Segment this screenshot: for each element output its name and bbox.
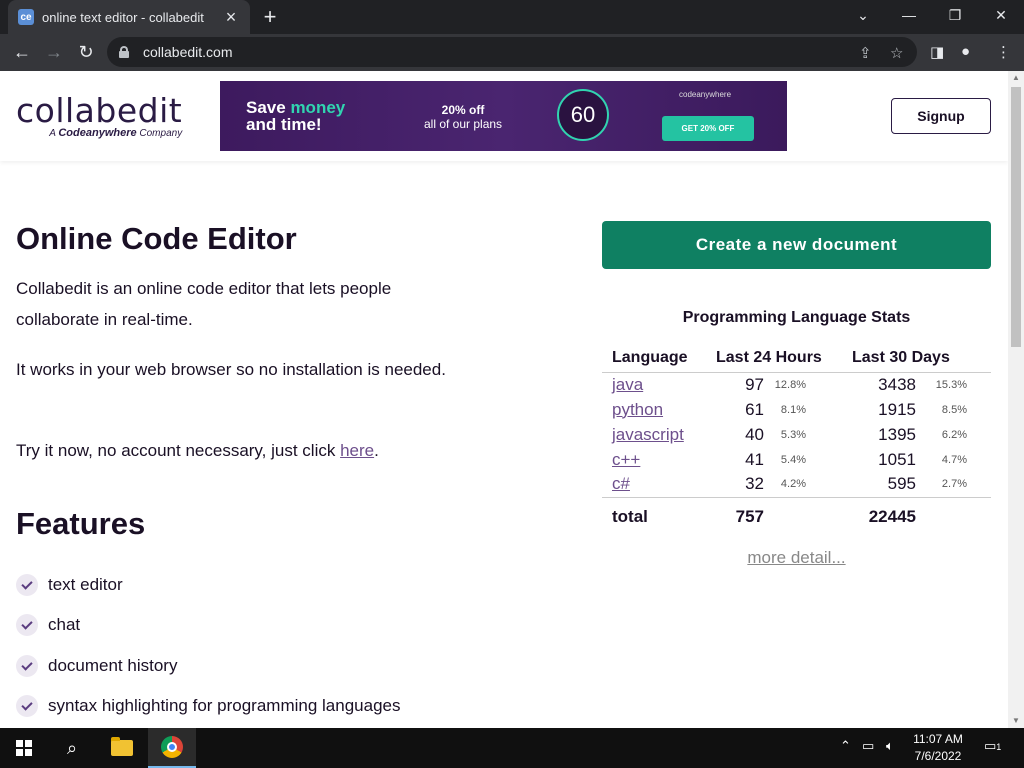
- table-row: python 61 8.1% 1915 8.5%: [612, 399, 967, 419]
- table-row: javascript 40 5.3% 1395 6.2%: [612, 424, 967, 444]
- check-icon: [16, 614, 38, 636]
- advertisement-banner[interactable]: Save money and time! 20% off all of our …: [220, 81, 787, 151]
- table-row: c++ 41 5.4% 1051 4.7%: [612, 449, 967, 469]
- ad-countdown-dial: 60: [557, 89, 609, 141]
- favicon-icon: ce: [18, 9, 34, 25]
- more-detail: more detail...: [602, 548, 991, 568]
- scroll-thumb[interactable]: [1011, 87, 1021, 347]
- table-row: java 97 12.8% 3438 15.3%: [612, 374, 967, 394]
- tab-strip: ce online text editor - collabedit × + ⌄…: [0, 0, 1024, 34]
- more-detail-link[interactable]: more detail...: [747, 548, 845, 567]
- file-explorer-button[interactable]: [98, 728, 146, 768]
- ad-brand-logo: codeanywhere: [679, 90, 732, 99]
- new-tab-button[interactable]: +: [258, 4, 282, 30]
- tab-close-icon[interactable]: ×: [222, 7, 240, 28]
- check-icon: [16, 574, 38, 596]
- reload-button[interactable]: ↻: [72, 38, 100, 66]
- scroll-down-icon[interactable]: ▼: [1008, 714, 1024, 728]
- chevron-up-icon[interactable]: ⌃: [840, 738, 851, 754]
- logo-wordmark: collabedit: [16, 91, 183, 130]
- column-header-24h: Last 24 Hours: [704, 345, 830, 373]
- column-header-language: Language: [602, 345, 704, 373]
- start-button[interactable]: [0, 728, 48, 768]
- address-bar[interactable]: collabedit.com ⇪ ☆: [107, 37, 917, 67]
- notification-icon[interactable]: ▭1: [984, 738, 1001, 754]
- site-header: collabedit A Codeanywhere Company Save m…: [0, 71, 1008, 161]
- minimize-button[interactable]: —: [886, 0, 932, 30]
- language-link-python[interactable]: python: [612, 400, 663, 419]
- intro-paragraph: Collabedit is an online code editor that…: [16, 279, 392, 329]
- system-clock[interactable]: 11:07 AM 7/6/2022: [905, 731, 971, 765]
- create-document-button[interactable]: Create a new document: [602, 221, 991, 269]
- profile-icon[interactable]: ●: [961, 43, 970, 60]
- page-title: Online Code Editor: [16, 221, 297, 256]
- column-header-30d: Last 30 Days: [830, 345, 991, 373]
- logo[interactable]: collabedit A Codeanywhere Company: [16, 91, 182, 139]
- browser-paragraph: It works in your web browser so no insta…: [16, 360, 446, 379]
- scroll-up-icon[interactable]: ▲: [1008, 71, 1024, 85]
- language-stats-table: Language Last 24 Hours Last 30 Days java…: [602, 345, 991, 537]
- forward-button[interactable]: →: [40, 38, 68, 66]
- features-heading: Features: [16, 506, 146, 541]
- browser-tab[interactable]: ce online text editor - collabedit ×: [8, 0, 250, 34]
- check-icon: [16, 695, 38, 717]
- share-icon[interactable]: ⇪: [859, 44, 872, 62]
- feature-item: chat: [16, 614, 80, 636]
- volume-icon[interactable]: 🔈︎: [886, 738, 894, 754]
- browser-toolbar: ← → ↻ collabedit.com ⇪ ☆ ◨ ● ⋮: [0, 34, 1024, 71]
- menu-icon[interactable]: ⋮: [996, 43, 1011, 61]
- web-page: collabedit A Codeanywhere Company Save m…: [0, 71, 1008, 728]
- feature-item: text editor: [16, 574, 123, 596]
- side-panel-icon[interactable]: ◨: [930, 43, 944, 61]
- network-icon[interactable]: ▭: [862, 738, 874, 754]
- language-link-javascript[interactable]: javascript: [612, 425, 684, 444]
- here-link[interactable]: here: [340, 441, 374, 460]
- signup-button[interactable]: Signup: [891, 98, 991, 134]
- lock-icon[interactable]: [119, 46, 129, 58]
- search-icon[interactable]: ⌕: [48, 728, 96, 768]
- chrome-icon: [161, 736, 183, 758]
- ad-offer: 20% off all of our plans: [424, 103, 503, 131]
- try-it-paragraph: Try it now, no account necessary, just c…: [16, 441, 379, 460]
- table-row: c# 32 4.2% 595 2.7%: [612, 474, 967, 494]
- windows-icon: [16, 740, 32, 756]
- tab-title: online text editor - collabedit: [42, 9, 204, 25]
- windows-taskbar: ⌕ ⌃ ▭ 🔈︎ 11:07 AM 7/6/2022 ▭1: [0, 728, 1024, 768]
- ad-headline: Save money and time!: [246, 98, 346, 134]
- language-link-java[interactable]: java: [612, 375, 643, 394]
- ad-cta-button[interactable]: GET 20% OFF: [662, 116, 754, 141]
- folder-icon: [111, 737, 133, 756]
- language-link-cpp[interactable]: c++: [612, 450, 640, 469]
- url-text: collabedit.com: [143, 44, 233, 60]
- tab-search-button[interactable]: ⌄: [840, 0, 886, 30]
- page-scrollbar[interactable]: ▲ ▼: [1008, 71, 1024, 728]
- chrome-taskbar-button[interactable]: [148, 728, 196, 768]
- bookmark-star-icon[interactable]: ☆: [890, 44, 903, 62]
- close-window-button[interactable]: ✕: [978, 0, 1024, 30]
- feature-item: document history: [16, 655, 177, 677]
- table-header-row: Language Last 24 Hours Last 30 Days: [602, 345, 991, 373]
- restore-button[interactable]: ❐: [932, 0, 978, 30]
- total-row: total 757 22445: [602, 496, 991, 537]
- language-link-csharp[interactable]: c#: [612, 474, 630, 493]
- feature-item: syntax highlighting for programming lang…: [16, 695, 400, 717]
- stats-title: Programming Language Stats: [682, 309, 911, 326]
- back-button[interactable]: ←: [8, 38, 36, 66]
- check-icon: [16, 655, 38, 677]
